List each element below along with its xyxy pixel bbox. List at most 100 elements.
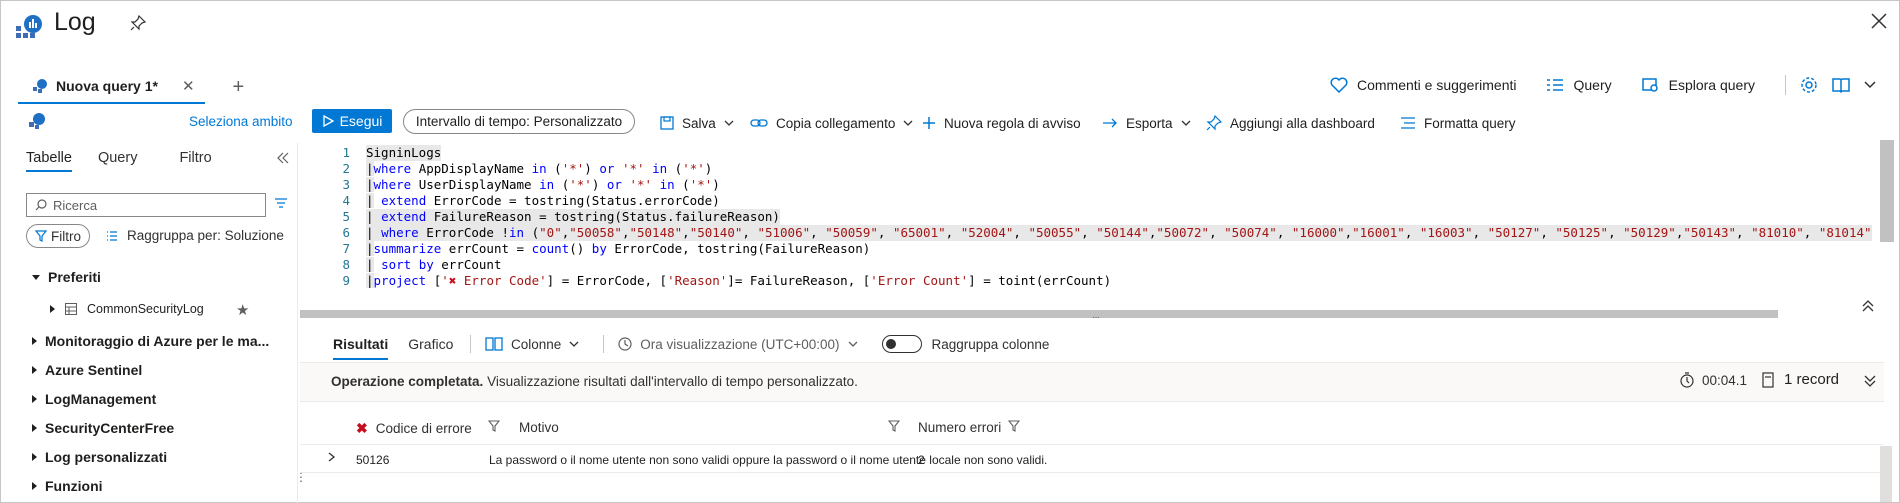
format-icon — [1400, 117, 1416, 129]
filter-icon[interactable] — [1008, 420, 1020, 432]
close-icon[interactable] — [1870, 12, 1888, 30]
columns-button[interactable]: Colonne — [485, 337, 579, 352]
filter-icon[interactable] — [488, 420, 500, 432]
line-number: 5 — [342, 209, 350, 224]
display-time-button[interactable]: Ora visualizzazione (UTC+00:00) — [618, 337, 857, 352]
tree-group-label: SecurityCenterFree — [45, 420, 175, 436]
line-number: 6 — [342, 225, 350, 240]
line-number: 7 — [342, 241, 350, 256]
feedback-button[interactable]: Commenti e suggerimenti — [1330, 77, 1517, 93]
copy-link-label: Copia collegamento — [776, 115, 896, 131]
settings-group — [1785, 75, 1876, 95]
column-header-error-count[interactable]: Numero errori — [918, 420, 1001, 435]
query-tab-icon — [32, 78, 48, 94]
tree-group[interactable]: Monitoraggio di Azure per le ma... — [32, 333, 269, 349]
tab-results[interactable]: Risultati — [333, 336, 389, 360]
new-alert-label: Nuova regola di avviso — [944, 115, 1081, 131]
run-button[interactable]: Esegui — [312, 109, 392, 133]
new-alert-rule-button[interactable]: Nuova regola di avviso — [922, 110, 1081, 136]
copy-link-button[interactable]: Copia collegamento — [750, 110, 913, 136]
code-line: |summarize errCount = count() by ErrorCo… — [366, 241, 871, 256]
sort-icon[interactable] — [274, 197, 288, 209]
divider — [300, 444, 1884, 445]
collapse-panel-icon[interactable] — [277, 152, 289, 164]
duration-value: 00:04.1 — [1702, 372, 1748, 388]
gear-icon[interactable] — [1800, 76, 1818, 94]
results-toolbar: Colonne Ora visualizzazione (UTC+00:00) … — [470, 332, 1049, 356]
group-by-button[interactable]: Raggruppa per: Soluzione — [106, 228, 284, 243]
tab-tables[interactable]: Tabelle — [26, 150, 72, 172]
column-header-reason[interactable]: Motivo — [519, 420, 559, 435]
status-bold: Operazione completata. — [331, 374, 484, 389]
pin-label: Aggiungi alla dashboard — [1230, 115, 1375, 131]
search-placeholder: Ricerca — [53, 197, 98, 213]
format-query-button[interactable]: Formatta query — [1400, 110, 1516, 136]
code-line: | sort by errCount — [366, 257, 502, 272]
error-x-icon: ✖ — [356, 420, 368, 436]
editor-horizontal-scrollbar[interactable] — [300, 310, 1778, 318]
chevron-down-icon[interactable] — [1864, 81, 1876, 89]
filter-icon — [35, 230, 47, 242]
code-line: | where ErrorCode !in ("0","50058","5014… — [366, 225, 1872, 241]
toggle-switch[interactable] — [881, 335, 922, 353]
tree-group-label: Azure Sentinel — [45, 362, 143, 378]
columns-icon — [485, 337, 503, 351]
tree-group[interactable]: Log personalizzati — [32, 449, 167, 465]
tab-nuova-query[interactable]: Nuova query 1* ✕ — [18, 70, 205, 104]
export-button[interactable]: Esporta — [1102, 110, 1191, 136]
caret-right-icon — [32, 424, 37, 432]
run-label: Esegui — [339, 113, 383, 129]
column-header-label: Codice di errore — [375, 421, 472, 436]
tab-queries[interactable]: Query — [98, 150, 138, 172]
tab-chart[interactable]: Grafico — [408, 336, 453, 360]
explore-queries-button[interactable]: Esplora query — [1641, 77, 1755, 93]
query-editor[interactable]: 1 SigninLogs 2 |where AppDisplayName in ('… — [330, 143, 1884, 318]
document-icon — [1762, 371, 1774, 388]
tree-group[interactable]: SecurityCenterFree — [32, 420, 174, 436]
pin-icon[interactable] — [130, 15, 146, 31]
tree-group-label: LogManagement — [45, 391, 157, 407]
group-columns-label: Raggruppa colonne — [931, 336, 1050, 352]
feedback-label: Commenti e suggerimenti — [1356, 77, 1517, 93]
splitter-handle-icon[interactable]: ··· — [1092, 312, 1100, 323]
collapse-editor-icon[interactable] — [1862, 300, 1874, 312]
pin-to-dashboard-button[interactable]: Aggiungi alla dashboard — [1206, 110, 1375, 136]
book-icon[interactable] — [1832, 77, 1850, 93]
save-button[interactable]: Salva — [660, 110, 734, 136]
record-count-value: 1 record — [1784, 371, 1840, 388]
select-scope-link[interactable]: Seleziona ambito — [189, 114, 293, 129]
caret-right-icon — [32, 366, 37, 374]
filter-button[interactable]: Filtro — [26, 224, 90, 248]
duration: 00:04.1 — [1680, 372, 1747, 388]
divider — [470, 335, 471, 353]
table-row[interactable]: 50126 La password o il nome utente non s… — [300, 448, 1884, 472]
search-input[interactable]: Ricerca — [26, 193, 266, 217]
editor-vertical-scrollbar[interactable] — [1880, 140, 1894, 242]
divider — [300, 472, 1884, 473]
status-text: Visualizzazione risultati dall'intervall… — [487, 374, 858, 389]
tree-group[interactable]: Funzioni — [32, 478, 103, 494]
resize-handle-icon[interactable]: ⋮ — [295, 471, 307, 483]
time-range-button[interactable]: Intervallo di tempo: Personalizzato — [403, 109, 635, 134]
timer-icon — [1680, 372, 1694, 388]
tree-favorites[interactable]: Preferiti — [32, 269, 101, 285]
expand-row-icon[interactable] — [328, 452, 336, 462]
favorite-table-item[interactable]: CommonSecurityLog — [50, 302, 204, 316]
tree-group[interactable]: Azure Sentinel — [32, 362, 142, 378]
group-columns-toggle[interactable]: Raggruppa colonne — [881, 335, 1050, 353]
tab-close-icon[interactable]: ✕ — [182, 77, 195, 95]
queries-button[interactable]: Query — [1546, 77, 1612, 93]
workspace-icon — [28, 112, 46, 130]
code-line: |project ['✖ Error Code'] = ErrorCode, [… — [366, 273, 1112, 288]
column-header-error-code[interactable]: ✖ Codice di errore — [356, 420, 472, 437]
tab-filter[interactable]: Filtro — [179, 150, 211, 172]
tree-group[interactable]: LogManagement — [32, 391, 156, 407]
add-tab-icon[interactable]: + — [233, 76, 245, 99]
results-tabs: Risultati Grafico — [333, 336, 453, 360]
filter-icon[interactable] — [888, 420, 900, 432]
line-number: 2 — [342, 161, 350, 176]
code-line: |where UserDisplayName in ('*') or '*' i… — [366, 177, 720, 192]
star-icon[interactable]: ★ — [236, 301, 249, 319]
results-scrollbar[interactable] — [1880, 446, 1892, 502]
expand-status-icon[interactable] — [1864, 375, 1876, 387]
